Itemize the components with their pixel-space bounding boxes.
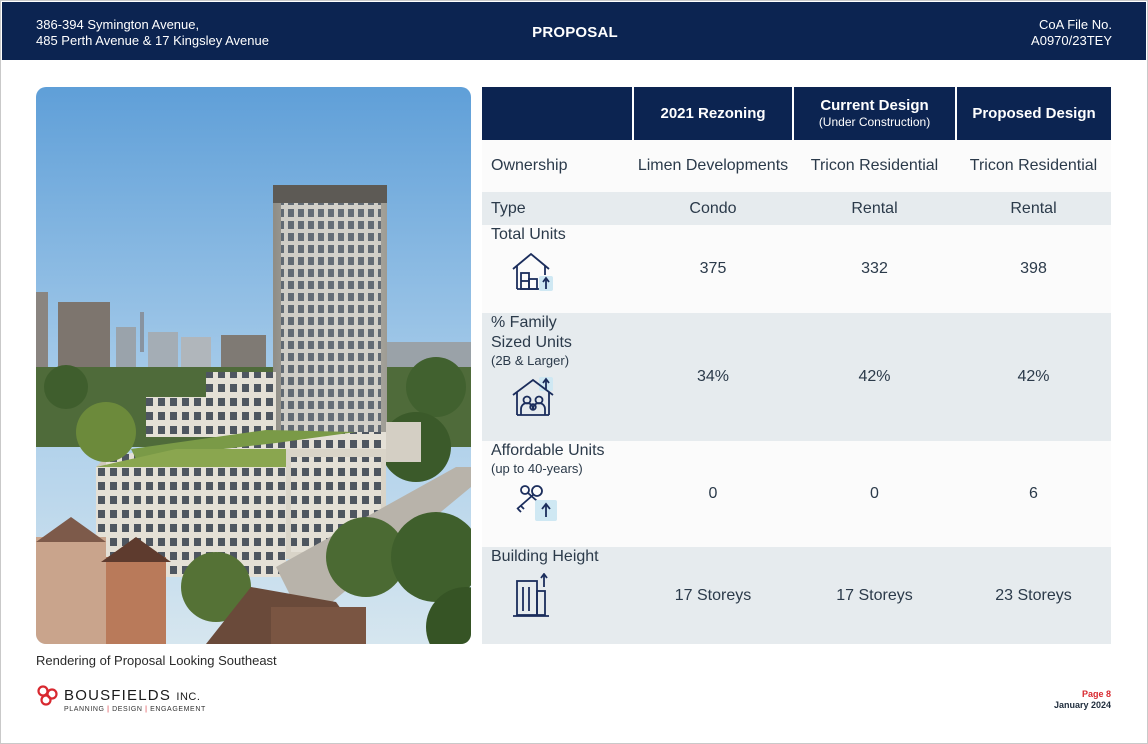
table-row-building-height: Building Height 17 Storeys 17 Storeys 23… <box>482 547 1111 644</box>
table-header-row: 2021 Rezoning Current Design (Under Const… <box>482 87 1111 140</box>
table-cell: Rental <box>956 192 1111 225</box>
column-header-2021-rezoning: 2021 Rezoning <box>632 87 793 140</box>
row-label: Total Units <box>491 226 566 243</box>
table-cell: 0 <box>633 441 793 547</box>
bousfields-logo-mark <box>37 685 58 706</box>
file-number-value: A0970/23TEY <box>1031 33 1112 48</box>
table-cell: 42% <box>956 313 1111 441</box>
table-row-affordable-units: Affordable Units (up to 40-years) 0 0 6 <box>482 441 1111 547</box>
table-cell: 0 <box>793 441 956 547</box>
table-cell: Tricon Residential <box>956 140 1111 192</box>
table-cell: 17 Storeys <box>793 547 956 644</box>
table-cell: Tricon Residential <box>793 140 956 192</box>
family-house-icon <box>511 375 629 425</box>
table-cell: 17 Storeys <box>633 547 793 644</box>
table-cell: Condo <box>633 192 793 225</box>
logo-tagline: PLANNING | DESIGN | ENGAGEMENT <box>64 706 206 713</box>
table-row-family-units: % Family Sized Units (2B & Larger) 34% 4… <box>482 313 1111 441</box>
column-subheader: (Under Construction) <box>818 114 931 129</box>
row-label-sub: (up to 40-years) <box>491 461 583 476</box>
column-header-empty <box>482 87 633 140</box>
page-title: PROPOSAL <box>2 24 1148 41</box>
file-number: CoA File No. A0970/23TEY <box>1031 17 1112 49</box>
page-header: 386-394 Symington Avenue, 485 Perth Aven… <box>2 2 1146 60</box>
row-label-sub: (2B & Larger) <box>491 353 570 368</box>
table-row-ownership: Ownership Limen Developments Tricon Resi… <box>482 140 1111 192</box>
column-header-proposed-design: Proposed Design <box>955 87 1111 140</box>
row-label: Type <box>482 192 633 225</box>
table-row-total-units: Total Units 375 332 398 <box>482 225 1111 313</box>
page-footer-info: Page 8 January 2024 <box>1054 689 1111 711</box>
key-icon <box>511 483 629 529</box>
comparison-table: 2021 Rezoning Current Design (Under Const… <box>482 87 1111 644</box>
table-cell: 42% <box>793 313 956 441</box>
document-date: January 2024 <box>1053 700 1111 710</box>
table-cell: 398 <box>956 225 1111 313</box>
row-label-cell: Total Units <box>482 225 633 313</box>
table-cell: Limen Developments <box>633 140 793 192</box>
page-number: Page 8 <box>1081 689 1111 699</box>
building-height-icon <box>511 572 629 625</box>
table-cell: 6 <box>956 441 1111 547</box>
logo-name: BOUSFIELDS INC. <box>64 687 201 704</box>
table-cell: 34% <box>633 313 793 441</box>
row-label-cell: % Family Sized Units (2B & Larger) <box>482 313 633 441</box>
row-label: Affordable Units <box>491 442 605 459</box>
house-units-icon <box>511 251 629 299</box>
table-cell: 23 Storeys <box>956 547 1111 644</box>
file-label: CoA File No. <box>1039 17 1112 32</box>
table-cell: 332 <box>793 225 956 313</box>
row-label: Ownership <box>482 140 633 192</box>
page-title-text: PROPOSAL <box>532 24 618 41</box>
table-row-type: Type Condo Rental Rental <box>482 192 1111 225</box>
column-header-current-design: Current Design (Under Construction) <box>792 87 956 140</box>
row-label-cell: Affordable Units (up to 40-years) <box>482 441 633 547</box>
row-label: Building Height <box>491 548 599 565</box>
image-caption: Rendering of Proposal Looking Southeast <box>36 653 277 668</box>
row-label: % Family Sized Units <box>491 314 572 351</box>
building-rendering-image <box>36 87 471 644</box>
row-label-cell: Building Height <box>482 547 633 644</box>
table-cell: Rental <box>793 192 956 225</box>
table-cell: 375 <box>633 225 793 313</box>
